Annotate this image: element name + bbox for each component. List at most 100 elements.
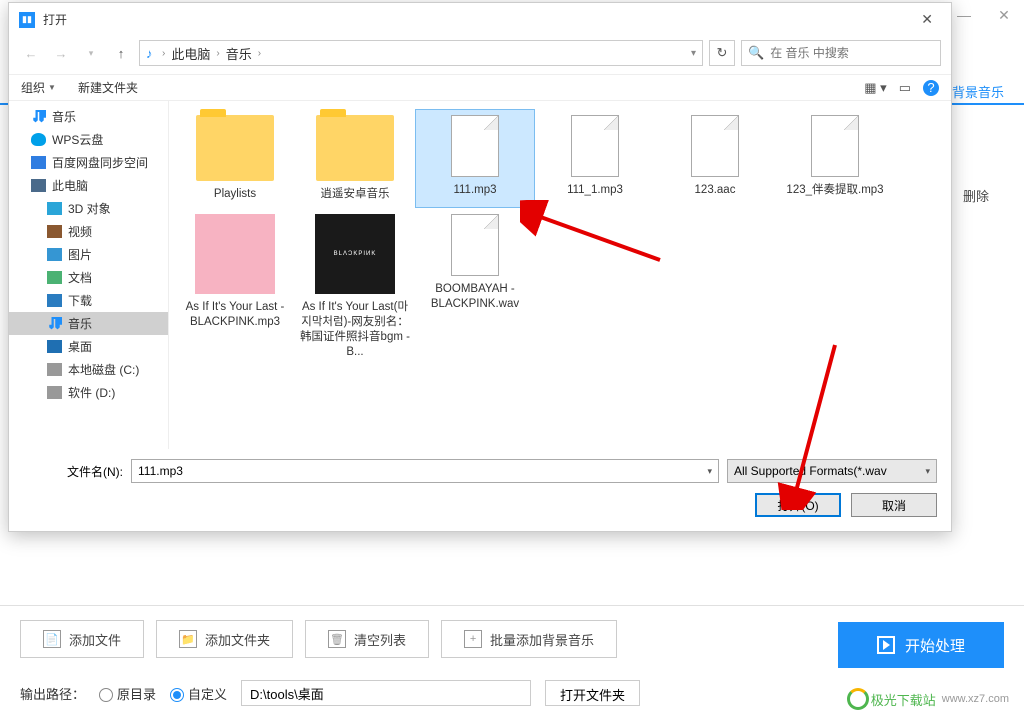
file-item[interactable]: As If It's Your Last - BLACKPINK.mp3 bbox=[175, 208, 295, 366]
doc-thumb-icon bbox=[811, 115, 859, 177]
bg-delete-column: 删除 bbox=[963, 186, 989, 205]
bg-tab-bgm[interactable]: 背景音乐 bbox=[952, 82, 1004, 101]
preview-pane-button[interactable]: ▭ bbox=[899, 80, 911, 96]
nav-up-button[interactable]: ↑ bbox=[109, 46, 133, 61]
search-box[interactable]: 🔍 bbox=[741, 40, 941, 66]
tree-disk-c[interactable]: 本地磁盘 (C:) bbox=[9, 358, 168, 381]
start-process-button[interactable]: 开始处理 bbox=[838, 622, 1004, 668]
file-label: 逍遥安卓音乐 bbox=[299, 187, 411, 202]
dialog-close-button[interactable]: ✕ bbox=[913, 9, 941, 30]
file-item[interactable]: 111.mp3 bbox=[415, 109, 535, 208]
file-item[interactable]: BLΛƆKPIИKAs If It's Your Last(마지막처럼)-网友别… bbox=[295, 208, 415, 366]
picture-icon bbox=[47, 248, 62, 261]
folder-thumb-icon bbox=[316, 115, 394, 181]
filename-combo[interactable]: 111.mp3 ▾ bbox=[131, 459, 719, 483]
toolbar: 组织▼ 新建文件夹 ▦ ▾ ▭ ? bbox=[9, 74, 951, 101]
music-icon bbox=[47, 317, 62, 330]
radio-custom-dir[interactable]: 自定义 bbox=[170, 684, 227, 703]
file-item[interactable]: 111_1.mp3 bbox=[535, 109, 655, 208]
file-label: 111.mp3 bbox=[419, 183, 531, 198]
dialog-footer: 文件名(N): 111.mp3 ▾ All Supported Formats(… bbox=[9, 449, 951, 531]
music-icon bbox=[31, 110, 46, 123]
organize-menu[interactable]: 组织▼ bbox=[21, 79, 56, 96]
disk-icon bbox=[47, 363, 62, 376]
doc-thumb-icon bbox=[691, 115, 739, 177]
address-dropdown-icon[interactable]: ▾ bbox=[691, 48, 696, 59]
tree-desktop[interactable]: 桌面 bbox=[9, 335, 168, 358]
tree-this-pc[interactable]: 此电脑 bbox=[9, 174, 168, 197]
new-folder-button[interactable]: 新建文件夹 bbox=[78, 79, 138, 96]
file-item[interactable]: 123.aac bbox=[655, 109, 775, 208]
disk-icon bbox=[47, 386, 62, 399]
nav-back-button[interactable]: ← bbox=[19, 46, 43, 61]
filename-value[interactable]: 111.mp3 bbox=[138, 464, 183, 478]
file-label: 111_1.mp3 bbox=[539, 183, 651, 198]
pc-icon bbox=[31, 179, 46, 192]
nav-recent-dropdown[interactable]: ▾ bbox=[79, 48, 103, 59]
trash-icon: 🗑 bbox=[328, 630, 346, 648]
help-button[interactable]: ? bbox=[923, 80, 939, 96]
dialog-titlebar: ▮▮ 打开 ✕ bbox=[9, 3, 951, 36]
play-icon bbox=[877, 636, 895, 654]
breadcrumb-music[interactable]: 音乐 bbox=[222, 44, 256, 63]
cancel-button[interactable]: 取消 bbox=[851, 493, 937, 517]
tree-3d-objects[interactable]: 3D 对象 bbox=[9, 197, 168, 220]
tree-videos[interactable]: 视频 bbox=[9, 220, 168, 243]
tree-baidu-sync[interactable]: 百度网盘同步空间 bbox=[9, 151, 168, 174]
address-bar[interactable]: ♪ › 此电脑 › 音乐 › ▾ bbox=[139, 40, 703, 66]
file-label: BOOMBAYAH - BLACKPINK.wav bbox=[419, 282, 531, 312]
desktop-icon bbox=[47, 340, 62, 353]
video-icon bbox=[47, 225, 62, 238]
search-icon: 🔍 bbox=[748, 45, 764, 61]
tree-downloads[interactable]: 下载 bbox=[9, 289, 168, 312]
batch-add-bgm-button[interactable]: +批量添加背景音乐 bbox=[441, 620, 617, 658]
file-icon: 📄 bbox=[43, 630, 61, 648]
tree-pictures[interactable]: 图片 bbox=[9, 243, 168, 266]
tree-wps-cloud[interactable]: WPS云盘 bbox=[9, 128, 168, 151]
view-mode-button[interactable]: ▦ ▾ bbox=[864, 80, 886, 96]
tree-music[interactable]: 音乐 bbox=[9, 105, 168, 128]
search-input[interactable] bbox=[770, 46, 934, 60]
chevron-down-icon[interactable]: ▾ bbox=[925, 466, 930, 477]
doc-thumb-icon bbox=[571, 115, 619, 177]
album-black-thumb-icon: BLΛƆKPIИK bbox=[315, 214, 395, 294]
file-item[interactable]: BOOMBAYAH - BLACKPINK.wav bbox=[415, 208, 535, 366]
file-item[interactable]: 逍遥安卓音乐 bbox=[295, 109, 415, 208]
folder-thumb-icon bbox=[196, 115, 274, 181]
tree-documents[interactable]: 文档 bbox=[9, 266, 168, 289]
file-list: Playlists 逍遥安卓音乐 111.mp3 111_1.mp3 123.aac12… bbox=[169, 101, 951, 449]
refresh-button[interactable]: ↻ bbox=[709, 40, 735, 66]
clear-list-button[interactable]: 🗑清空列表 bbox=[305, 620, 429, 658]
file-item[interactable]: 123_伴奏提取.mp3 bbox=[775, 109, 895, 208]
baidu-icon bbox=[31, 156, 46, 169]
app-logo-icon: ▮▮ bbox=[19, 12, 35, 28]
file-type-filter[interactable]: All Supported Formats(*.wav ▾ bbox=[727, 459, 937, 483]
bg-close-button[interactable]: ✕ bbox=[984, 7, 1024, 24]
open-folder-button[interactable]: 打开文件夹 bbox=[545, 680, 640, 706]
cloud-icon bbox=[31, 133, 46, 146]
chevron-down-icon[interactable]: ▾ bbox=[707, 466, 712, 477]
tree-music-selected[interactable]: 音乐 bbox=[9, 312, 168, 335]
output-path-label: 输出路径： bbox=[20, 684, 85, 703]
file-label: As If It's Your Last - BLACKPINK.mp3 bbox=[179, 300, 291, 330]
file-item[interactable]: Playlists bbox=[175, 109, 295, 208]
file-label: As If It's Your Last(마지막처럼)-网友别名：韩国证件照抖音… bbox=[299, 300, 411, 360]
nav-forward-button[interactable]: → bbox=[49, 46, 73, 61]
open-button[interactable]: 打开(O) bbox=[755, 493, 841, 517]
file-label: Playlists bbox=[179, 187, 291, 202]
add-folder-button[interactable]: 📁添加文件夹 bbox=[156, 620, 293, 658]
radio-original-dir[interactable]: 原目录 bbox=[99, 684, 156, 703]
nav-bar: ← → ▾ ↑ ♪ › 此电脑 › 音乐 › ▾ ↻ 🔍 bbox=[9, 36, 951, 74]
breadcrumb-pc[interactable]: 此电脑 bbox=[167, 44, 214, 63]
watermark: 极光下载站 www.xz7.com bbox=[847, 688, 1009, 710]
add-file-button[interactable]: 📄添加文件 bbox=[20, 620, 144, 658]
watermark-logo-icon bbox=[847, 688, 869, 710]
tree-disk-d[interactable]: 软件 (D:) bbox=[9, 381, 168, 404]
3d-icon bbox=[47, 202, 62, 215]
document-icon bbox=[47, 271, 62, 284]
nav-tree: 音乐 WPS云盘 百度网盘同步空间 此电脑 3D 对象 视频 图片 文档 下载 … bbox=[9, 101, 169, 449]
dialog-title: 打开 bbox=[43, 11, 67, 28]
output-path-input[interactable] bbox=[241, 680, 531, 706]
bg-window-controls: — ✕ bbox=[944, 0, 1024, 30]
filename-label: 文件名(N): bbox=[23, 463, 123, 480]
